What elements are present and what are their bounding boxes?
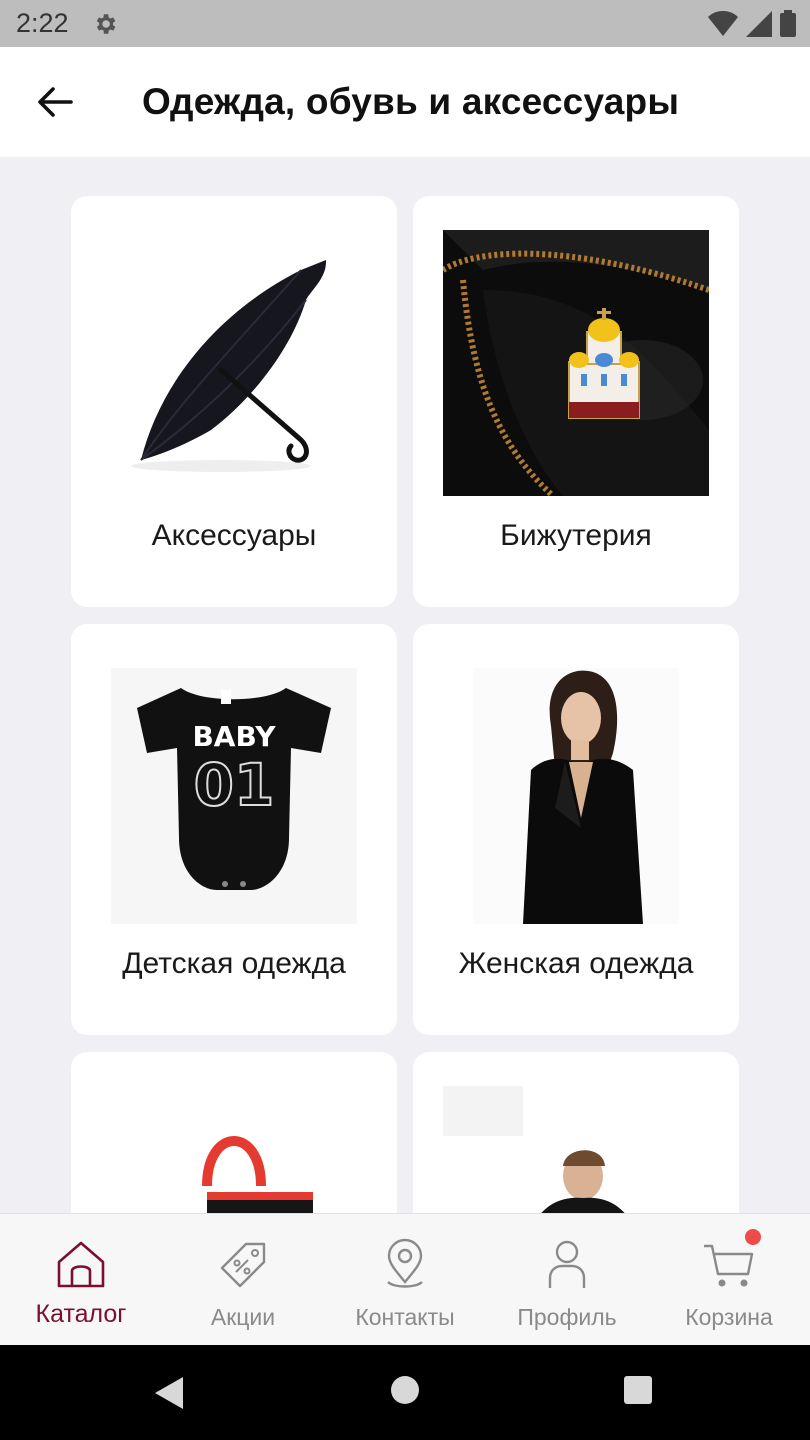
- category-label: Аксессуары: [151, 519, 317, 552]
- nav-item-contacts[interactable]: Контакты: [324, 1214, 486, 1346]
- category-label: Женская одежда: [458, 947, 694, 980]
- nav-item-cart[interactable]: Корзина: [648, 1214, 810, 1346]
- cart-badge-dot: [745, 1229, 761, 1245]
- tag-icon: [220, 1242, 266, 1288]
- category-card-accessories[interactable]: Аксессуары: [71, 196, 397, 607]
- nav-label: Акции: [210, 1304, 276, 1330]
- status-time: 2:22: [16, 8, 69, 38]
- category-card-bags[interactable]: [71, 1052, 397, 1213]
- wifi-icon: [708, 10, 738, 36]
- signal-icon: [746, 10, 772, 37]
- category-card-kids-clothing[interactable]: BABY 01 Детская одежда: [71, 624, 397, 1035]
- category-label: Детская одежда: [122, 947, 346, 980]
- bottom-navigation: Каталог Акции Контакты Профиль Корзина: [0, 1213, 810, 1345]
- baby-print-line2: 01: [194, 751, 275, 819]
- location-pin-icon: [387, 1238, 423, 1288]
- settings-gear-icon: [96, 14, 116, 34]
- app-bar: Одежда, обувь и аксессуары: [0, 47, 810, 157]
- nav-label: Корзина: [685, 1304, 773, 1330]
- nav-item-catalog[interactable]: Каталог: [0, 1214, 162, 1346]
- category-grid: Аксессуары Бижутерия BABY 01 Детская оде…: [0, 157, 810, 1213]
- arrow-left-icon: [38, 87, 73, 117]
- man-sweater-image: [443, 1086, 625, 1213]
- home-icon: [57, 1241, 105, 1288]
- system-back-icon[interactable]: [153, 1375, 185, 1411]
- umbrella-image: [101, 230, 367, 496]
- page-title: Одежда, обувь и аксессуары: [142, 81, 680, 122]
- nav-label: Каталог: [35, 1300, 127, 1328]
- baby-bodysuit-image: BABY 01: [111, 668, 357, 924]
- category-card-women-clothing[interactable]: Женская одежда: [413, 624, 739, 1035]
- nav-item-promotions[interactable]: Акции: [162, 1214, 324, 1346]
- baby-print-line1: BABY: [192, 720, 276, 753]
- jewelry-pin-image: [443, 230, 709, 496]
- cart-icon: [704, 1244, 754, 1287]
- battery-icon: [780, 10, 796, 37]
- woman-blazer-image: [473, 668, 679, 924]
- back-button[interactable]: [30, 79, 80, 125]
- category-card-jewelry[interactable]: Бижутерия: [413, 196, 739, 607]
- tote-bag-image: [202, 1136, 313, 1213]
- system-home-icon[interactable]: [390, 1375, 420, 1405]
- system-navigation-bar: [0, 1345, 810, 1440]
- category-label: Бижутерия: [500, 519, 652, 552]
- system-recents-icon[interactable]: [623, 1375, 653, 1405]
- user-icon: [548, 1240, 586, 1288]
- nav-label: Профиль: [517, 1304, 617, 1330]
- category-card-men-clothing[interactable]: [413, 1052, 739, 1213]
- nav-item-profile[interactable]: Профиль: [486, 1214, 648, 1346]
- status-bar: 2:22: [0, 0, 810, 47]
- nav-label: Контакты: [355, 1304, 455, 1330]
- status-indicators: [708, 10, 796, 37]
